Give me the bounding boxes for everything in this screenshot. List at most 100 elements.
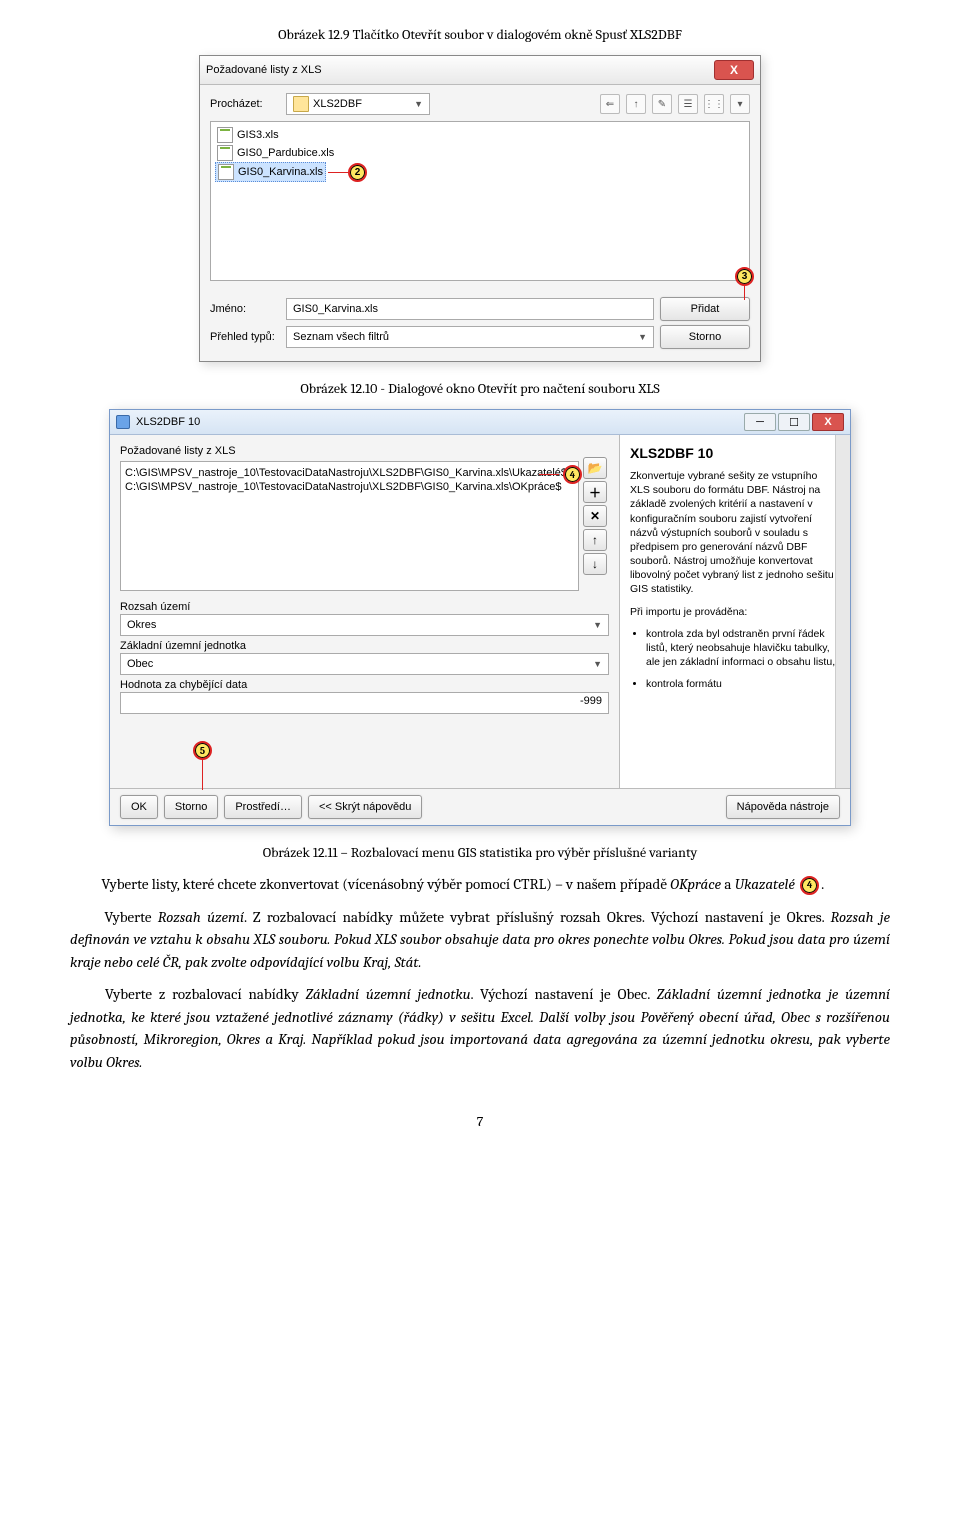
folder-icon bbox=[293, 96, 309, 112]
maximize-button[interactable]: ☐ bbox=[778, 413, 810, 431]
back-icon[interactable]: ⇐ bbox=[600, 94, 620, 114]
missing-input[interactable]: -999 bbox=[120, 692, 609, 714]
callout-marker-5: 5 bbox=[193, 741, 212, 760]
ok-button[interactable]: OK bbox=[120, 795, 158, 819]
caption-12-11: Obrázek 12.11 – Rozbalovací menu GIS sta… bbox=[70, 844, 890, 861]
figure-xls2dbf-dialog: XLS2DBF 10 ─ ☐ X Požadované listy z XLS … bbox=[70, 409, 890, 826]
new-folder-icon[interactable]: ✎ bbox=[652, 94, 672, 114]
xls-file-icon bbox=[217, 127, 233, 143]
file-row-selected[interactable]: GIS0_Karvina.xls bbox=[215, 162, 326, 182]
caption-12-10: Obrázek 12.10 - Dialogové okno Otevřít p… bbox=[70, 380, 890, 397]
callout-marker-4: 4 bbox=[563, 465, 582, 484]
file-list[interactable]: GIS3.xls GIS0_Pardubice.xls GIS0_Karvina… bbox=[210, 121, 750, 281]
rozsah-select[interactable]: Okres ▼ bbox=[120, 614, 609, 636]
text-italic: Rozsah území bbox=[158, 908, 244, 926]
text bbox=[795, 875, 798, 893]
filetype-value: Seznam všech filtrů bbox=[293, 331, 389, 343]
chevron-down-icon: ▼ bbox=[593, 620, 602, 630]
chevron-down-icon: ▼ bbox=[414, 99, 423, 109]
callout-line bbox=[328, 172, 348, 173]
callout-marker-2: 2 bbox=[348, 163, 367, 182]
caption-12-9: Obrázek 12.9 Tlačítko Otevřít soubor v d… bbox=[70, 26, 890, 43]
text: . Výchozí nastavení je Obec. bbox=[471, 985, 657, 1003]
filename-value: GIS0_Karvina.xls bbox=[293, 303, 378, 315]
move-up-button[interactable]: ↑ bbox=[583, 529, 607, 551]
rozsah-value: Okres bbox=[127, 619, 156, 631]
text-italic: Ukazatelé bbox=[735, 875, 795, 893]
xls2dbf-dialog: XLS2DBF 10 ─ ☐ X Požadované listy z XLS … bbox=[109, 409, 851, 826]
remove-button[interactable]: ✕ bbox=[583, 505, 607, 527]
help-title: XLS2DBF 10 bbox=[630, 445, 840, 461]
browse-label: Procházet: bbox=[210, 98, 280, 110]
sheet-path[interactable]: C:\GIS\MPSV_nastroje_10\TestovaciDataNas… bbox=[125, 466, 574, 480]
zuj-select[interactable]: Obec ▼ bbox=[120, 653, 609, 675]
app-icon bbox=[116, 415, 130, 429]
move-down-button[interactable]: ↓ bbox=[583, 553, 607, 575]
up-icon[interactable]: ↑ bbox=[626, 94, 646, 114]
zuj-label: Základní územní jednotka bbox=[120, 640, 609, 652]
chevron-down-icon: ▼ bbox=[638, 332, 647, 342]
help-paragraph: Při importu je prováděna: bbox=[630, 605, 840, 619]
close-button[interactable]: X bbox=[714, 60, 754, 80]
list-view-icon[interactable]: ☰ bbox=[678, 94, 698, 114]
text: a bbox=[721, 875, 735, 893]
file-row[interactable]: GIS0_Pardubice.xls bbox=[215, 144, 745, 162]
text-italic: OKpráce bbox=[670, 875, 721, 893]
open-file-dialog: Požadované listy z XLS X Procházet: XLS2… bbox=[199, 55, 761, 362]
hide-help-button[interactable]: << Skrýt nápovědu bbox=[308, 795, 422, 819]
file-row[interactable]: GIS3.xls bbox=[215, 126, 745, 144]
callout-5: 5 bbox=[193, 741, 212, 790]
minimize-button[interactable]: ─ bbox=[744, 413, 776, 431]
xls-file-icon bbox=[218, 164, 234, 180]
help-paragraph: Zkonvertuje vybrané sešity ze vstupního … bbox=[630, 469, 840, 597]
help-panel: XLS2DBF 10 Zkonvertuje vybrané sešity ze… bbox=[619, 435, 850, 788]
callout-4: 4 bbox=[539, 465, 582, 484]
xls-file-icon bbox=[217, 145, 233, 161]
missing-label: Hodnota za chybějící data bbox=[120, 679, 609, 691]
help-list-item: kontrola formátu bbox=[646, 677, 840, 691]
text: Vyberte listy, které chcete zkonvertovat… bbox=[101, 875, 670, 893]
file-name: GIS3.xls bbox=[237, 129, 279, 141]
chevron-down-icon: ▼ bbox=[593, 659, 602, 669]
paragraph: Vyberte listy, které chcete zkonvertovat… bbox=[70, 873, 890, 896]
dialog-title: Požadované listy z XLS bbox=[206, 64, 322, 76]
details-view-icon[interactable]: ⋮⋮ bbox=[704, 94, 724, 114]
cancel-button[interactable]: Storno bbox=[164, 795, 218, 819]
view-menu-icon[interactable]: ▾ bbox=[730, 94, 750, 114]
add-button[interactable]: Přidat bbox=[660, 297, 750, 321]
page-number: 7 bbox=[70, 1113, 890, 1130]
filetype-label: Přehled typů: bbox=[210, 331, 280, 343]
paragraph: Vyberte Rozsah území. Z rozbalovací nabí… bbox=[70, 906, 890, 974]
scrollbar[interactable] bbox=[835, 435, 850, 788]
sheets-list[interactable]: C:\GIS\MPSV_nastroje_10\TestovaciDataNas… bbox=[120, 461, 579, 591]
browse-button[interactable]: 📂 bbox=[583, 457, 607, 479]
text: Vyberte bbox=[104, 908, 157, 926]
close-button[interactable]: X bbox=[812, 413, 844, 431]
folder-name: XLS2DBF bbox=[313, 98, 362, 110]
file-name: GIS0_Karvina.xls bbox=[238, 166, 323, 178]
callout-marker-3: 3 bbox=[735, 267, 754, 286]
callout-line bbox=[539, 474, 559, 475]
zuj-value: Obec bbox=[127, 658, 153, 670]
filetype-select[interactable]: Seznam všech filtrů ▼ bbox=[286, 326, 654, 348]
text: Vyberte z rozbalovací nabídky bbox=[105, 985, 306, 1003]
inline-marker-4: 4 bbox=[800, 876, 819, 895]
paragraph: Vyberte z rozbalovací nabídky Základní ú… bbox=[70, 983, 890, 1073]
add-button[interactable]: ＋ bbox=[583, 481, 607, 503]
help-list-item: kontrola zda byl odstraněn první řádek l… bbox=[646, 627, 840, 670]
filename-label: Jméno: bbox=[210, 303, 280, 315]
sheet-path[interactable]: C:\GIS\MPSV_nastroje_10\TestovaciDataNas… bbox=[125, 480, 574, 494]
file-name: GIS0_Pardubice.xls bbox=[237, 147, 334, 159]
text: . bbox=[821, 875, 824, 893]
callout-line bbox=[744, 286, 745, 300]
filename-input[interactable]: GIS0_Karvina.xls bbox=[286, 298, 654, 320]
figure-open-dialog: Požadované listy z XLS X Procházet: XLS2… bbox=[70, 55, 890, 362]
window-title: XLS2DBF 10 bbox=[136, 416, 200, 428]
browse-toolbar: ⇐ ↑ ✎ ☰ ⋮⋮ ▾ bbox=[600, 94, 750, 114]
folder-select[interactable]: XLS2DBF ▼ bbox=[286, 93, 430, 115]
sheets-label: Požadované listy z XLS bbox=[120, 445, 236, 457]
callout-line bbox=[202, 760, 203, 790]
cancel-button[interactable]: Storno bbox=[660, 325, 750, 349]
environment-button[interactable]: Prostředí… bbox=[224, 795, 302, 819]
tool-help-button[interactable]: Nápověda nástroje bbox=[726, 795, 840, 819]
